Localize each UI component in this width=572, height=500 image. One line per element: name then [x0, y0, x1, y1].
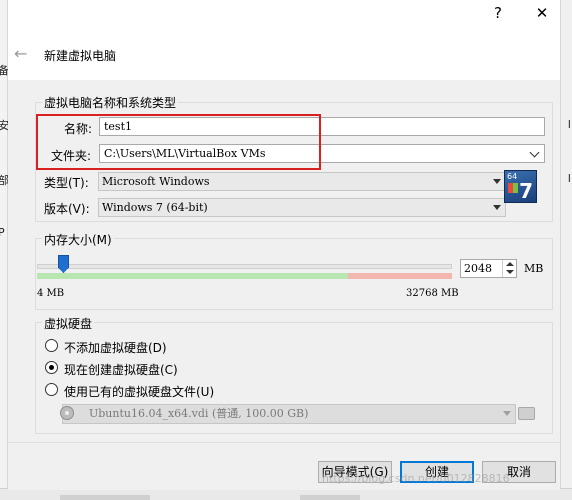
memory-warning-range	[348, 273, 452, 279]
choose-disk-folder-icon	[518, 407, 535, 420]
radio-no-disk[interactable]	[45, 339, 58, 352]
background-tab	[300, 495, 360, 500]
dropdown-arrow-icon	[493, 179, 501, 184]
watermark-text: https://blog.csdn.net/u012828816	[322, 472, 510, 485]
background-window-strip: 备 安 部 P	[0, 0, 9, 500]
existing-disk-value: Ubuntu16.04_x64.vdi (普通, 100.00 GB)	[89, 407, 309, 420]
spin-up-icon[interactable]	[506, 262, 514, 266]
version-label: 版本(V):	[44, 202, 90, 216]
radio-no-disk-label[interactable]: 不添加虚拟硬盘(D)	[64, 339, 167, 356]
dropdown-arrow-icon	[493, 205, 501, 210]
memory-value: 2048	[464, 262, 492, 275]
background-window-right: I I	[560, 0, 572, 500]
background-char: I	[567, 118, 571, 131]
type-label: 类型(T):	[44, 176, 89, 190]
radio-existing-disk[interactable]	[45, 383, 58, 396]
folder-combo[interactable]: C:\Users\ML\VirtualBox VMs	[99, 144, 545, 163]
radio-create-disk-label[interactable]: 现在创建虚拟硬盘(C)	[64, 361, 178, 378]
background-char: P	[0, 226, 5, 239]
back-arrow-icon[interactable]: ←	[14, 44, 27, 63]
memory-spinbox[interactable]: 2048	[460, 259, 517, 278]
folder-label: 文件夹:	[51, 149, 92, 163]
windows-flag-icon	[508, 183, 518, 193]
windows-7-os-icon: 64 7	[504, 170, 537, 203]
name-type-group-title: 虚拟电脑名称和系统类型	[42, 94, 179, 111]
wizard-title: 新建虚拟电脑	[44, 49, 117, 63]
memory-group-title: 内存大小(M)	[42, 231, 114, 248]
type-select[interactable]: Microsoft Windows	[98, 172, 506, 191]
help-icon[interactable]: ?	[486, 4, 510, 22]
spin-buttons[interactable]	[502, 260, 516, 277]
dropdown-arrow-icon	[503, 411, 511, 416]
spin-down-icon[interactable]	[506, 270, 514, 274]
close-icon[interactable]: ✕	[530, 4, 554, 22]
os-icon-bits: 64	[507, 172, 518, 181]
name-label: 名称:	[64, 122, 93, 136]
memory-min-label: 4 MB	[37, 288, 65, 299]
memory-slider-scale	[37, 273, 452, 279]
memory-safe-range	[37, 273, 349, 279]
os-icon-version: 7	[519, 179, 533, 203]
radio-create-disk[interactable]	[45, 361, 58, 374]
disk-icon	[60, 406, 74, 420]
version-value: Windows 7 (64-bit)	[102, 201, 208, 214]
background-tab	[60, 495, 150, 500]
existing-disk-select: Ubuntu16.04_x64.vdi (普通, 100.00 GB)	[62, 404, 516, 424]
disk-group-title: 虚拟硬盘	[42, 315, 95, 332]
folder-value: C:\Users\ML\VirtualBox VMs	[104, 147, 266, 160]
version-select[interactable]: Windows 7 (64-bit)	[98, 198, 506, 217]
radio-existing-disk-label[interactable]: 使用已有的虚拟硬盘文件(U)	[64, 383, 214, 400]
memory-slider-track[interactable]	[37, 264, 452, 269]
background-char: I	[567, 172, 571, 185]
chevron-down-icon[interactable]	[529, 147, 540, 158]
type-value: Microsoft Windows	[102, 175, 210, 188]
memory-unit: MB	[524, 262, 544, 275]
name-input[interactable]: test1	[99, 117, 545, 136]
memory-max-label: 32768 MB	[406, 288, 459, 299]
